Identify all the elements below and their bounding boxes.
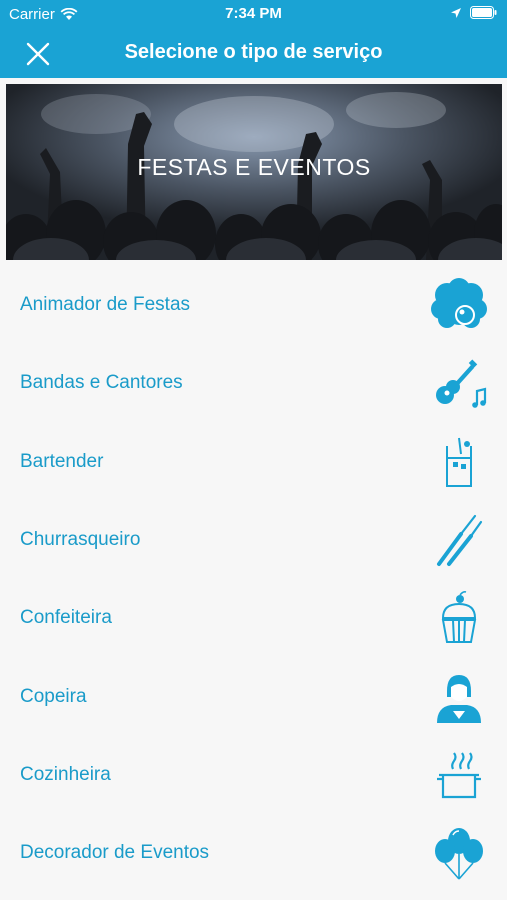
battery-icon [470, 6, 497, 19]
drink-icon [446, 437, 472, 487]
service-label: Cozinheira [20, 763, 111, 785]
list-item[interactable]: Confeiteira [0, 579, 507, 657]
list-item[interactable]: Animador de Festas [0, 266, 507, 344]
status-time: 7:34 PM [225, 5, 282, 22]
list-item[interactable]: Cozinheira [0, 736, 507, 814]
service-label: Churrasqueiro [20, 529, 141, 551]
list-item[interactable]: Bartender [0, 423, 507, 501]
barbecue-knife-icon [437, 514, 483, 567]
status-bar: Carrier 7:34 PM [0, 0, 507, 28]
service-list: Animador de Festas Bandas e Cantores Bar… [0, 266, 507, 892]
service-label: Bartender [20, 450, 104, 472]
service-label: Decorador de Eventos [20, 842, 210, 864]
banner-title: FESTAS E EVENTOS [137, 154, 371, 180]
service-label: Animador de Festas [20, 294, 191, 316]
list-item[interactable]: Churrasqueiro [0, 501, 507, 579]
list-item[interactable]: Copeira [0, 657, 507, 735]
balloons-icon [435, 828, 483, 880]
cooking-pot-icon [437, 752, 481, 799]
page-title: Selecione o tipo de serviço [124, 41, 383, 63]
list-item[interactable]: Decorador de Eventos [0, 814, 507, 892]
top-bar: Carrier 7:34 PM Selecione o tipo de serv… [0, 0, 507, 78]
cupcake-icon [441, 591, 477, 644]
location-arrow-icon [451, 7, 461, 18]
maid-icon [437, 674, 481, 723]
list-item[interactable]: Bandas e Cantores [0, 344, 507, 422]
navigation-bar: Selecione o tipo de serviço [0, 28, 507, 78]
service-label: Bandas e Cantores [20, 372, 183, 394]
service-label: Copeira [20, 685, 87, 707]
service-label: Confeiteira [20, 607, 112, 629]
clown-icon [431, 278, 487, 329]
category-banner: FESTAS E EVENTOS [6, 84, 502, 260]
guitar-icon [436, 359, 487, 409]
